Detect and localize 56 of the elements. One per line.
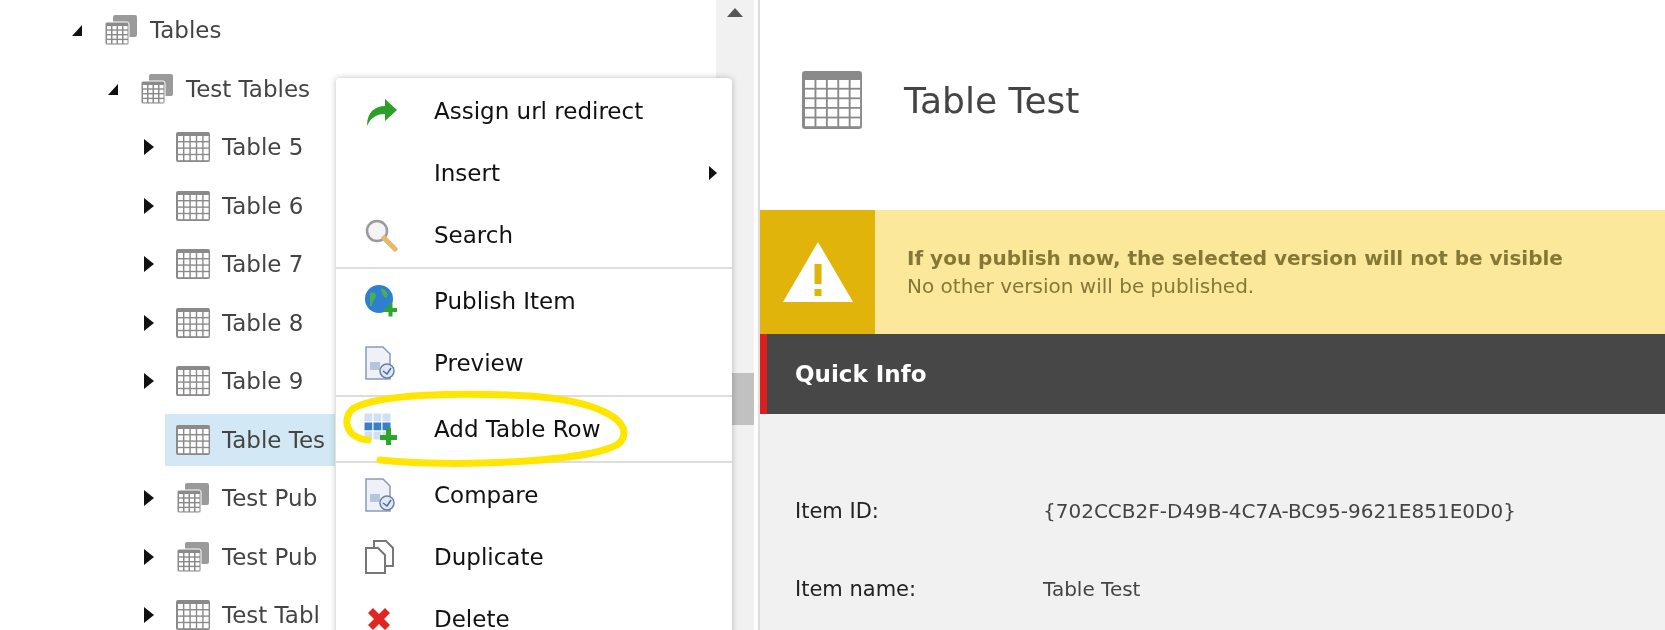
tree-item[interactable]: Table 5 (165, 121, 314, 174)
warning-icon (780, 240, 855, 304)
field-label: Item ID: (795, 499, 880, 523)
tree-item[interactable]: Table 9 (165, 355, 314, 408)
stacked-tables-icon (140, 72, 174, 105)
table-icon (176, 132, 210, 163)
menu-item[interactable]: Publish Item (336, 270, 732, 332)
menu-item[interactable]: Preview (336, 332, 732, 394)
warning-message: No other version will be published. (907, 274, 1256, 298)
tree-item[interactable]: Test Tables (129, 62, 321, 115)
collapsed-arrow-icon[interactable] (142, 547, 156, 566)
table-plus-icon (364, 413, 398, 445)
search-icon (364, 218, 398, 252)
table-icon (802, 71, 862, 129)
collapsed-arrow-icon[interactable] (142, 372, 156, 391)
duplicate-pages-icon (364, 540, 396, 574)
warning-title: If you publish now, the selected version will not be visible (907, 246, 1563, 270)
menu-item[interactable]: Duplicate (336, 526, 732, 588)
stacked-tables-icon (104, 14, 138, 47)
tree-item[interactable]: Table 6 (165, 179, 314, 232)
tree-item[interactable]: Tables (93, 4, 232, 57)
tree-item[interactable]: Test Tabl (165, 589, 330, 630)
menu-item[interactable]: Search (336, 204, 732, 266)
globe-plus-icon (364, 284, 398, 318)
menu-item[interactable]: Insert (336, 142, 732, 204)
document-preview-icon (364, 478, 396, 512)
tree-item[interactable]: Test Pub (165, 472, 328, 525)
tree-item[interactable]: Table Tes (165, 413, 336, 466)
table-icon (176, 307, 210, 338)
collapsed-arrow-icon[interactable] (142, 255, 156, 274)
field-label: Item name: (795, 577, 918, 601)
table-icon (176, 249, 210, 280)
tree-item[interactable]: Table 7 (165, 238, 314, 291)
collapsed-arrow-icon[interactable] (142, 313, 156, 332)
menu-item[interactable]: Assign url redirect (336, 80, 732, 142)
stacked-tables-icon (176, 540, 210, 573)
menu-item[interactable]: Compare (336, 464, 732, 526)
section-title: Quick Info (795, 361, 927, 387)
collapsed-arrow-icon[interactable] (142, 196, 156, 215)
tree-item[interactable]: Test Pub (165, 530, 328, 583)
collapsed-arrow-icon[interactable] (142, 138, 156, 157)
stacked-tables-icon (176, 482, 210, 515)
document-preview-icon (364, 346, 396, 380)
menu-item[interactable]: Delete (336, 588, 732, 630)
collapsed-arrow-icon[interactable] (142, 606, 156, 625)
field-value: Table Test (1043, 577, 1141, 601)
scroll-up-icon[interactable] (727, 7, 743, 17)
tree-item[interactable]: Table 8 (165, 296, 314, 349)
field-value: {702CCB2F-D49B-4C7A-BC95-9621E851E0D0} (1043, 499, 1516, 523)
menu-item[interactable]: Add Table Row (336, 398, 732, 460)
item-title: Table Test (904, 79, 1080, 121)
collapsed-arrow-icon[interactable] (142, 489, 156, 508)
table-icon (176, 424, 210, 455)
table-icon (176, 190, 210, 221)
table-icon (176, 366, 210, 397)
section-header-bar[interactable]: Quick Info (760, 334, 1665, 414)
